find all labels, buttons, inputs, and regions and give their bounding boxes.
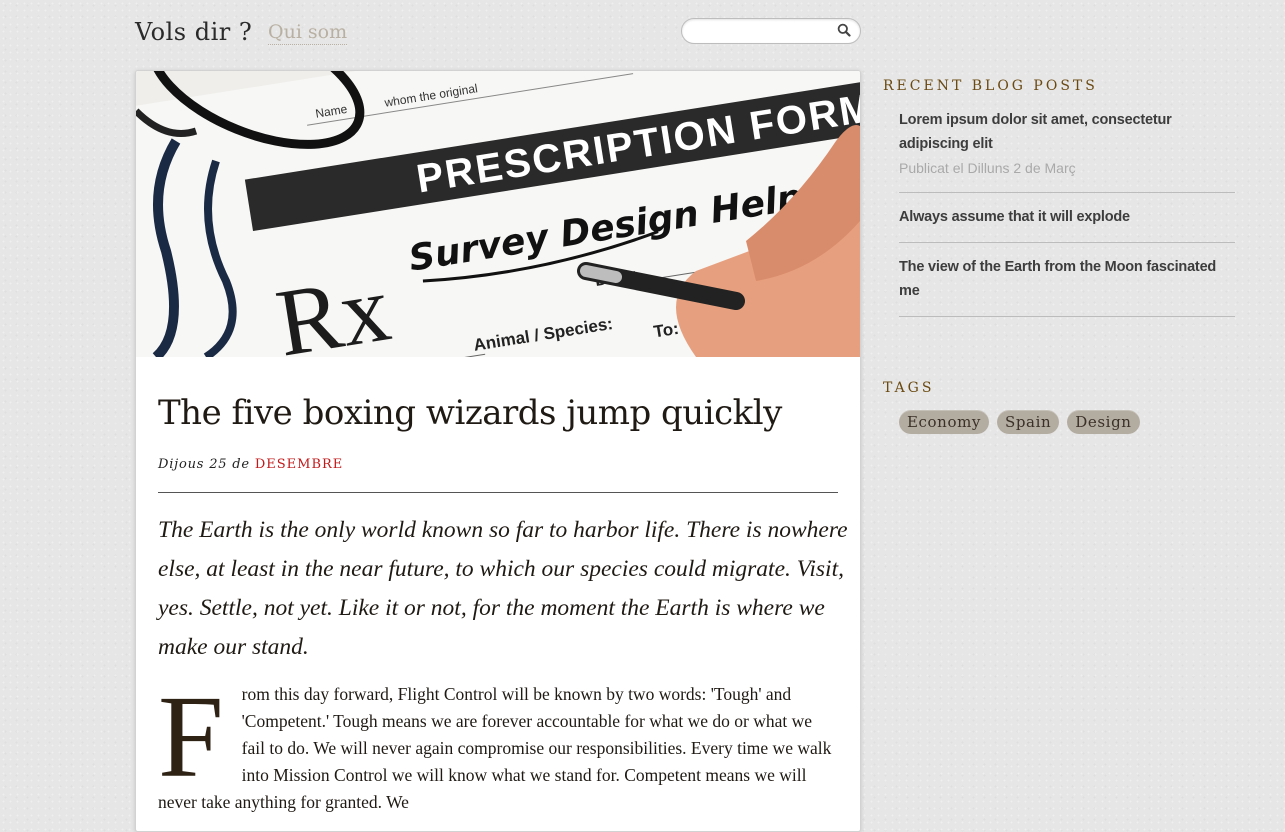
nav-link-qui-som[interactable]: Qui som bbox=[268, 21, 348, 45]
post-title[interactable]: The five boxing wizards jump quickly bbox=[158, 393, 782, 433]
list-item: Always assume that it will explode bbox=[899, 205, 1235, 243]
tag-design[interactable]: Design bbox=[1067, 410, 1140, 434]
site-logo[interactable]: Vols dir ? bbox=[135, 18, 252, 46]
field-to-text: To: bbox=[652, 319, 680, 342]
search-box[interactable] bbox=[681, 18, 861, 44]
post-body-text: rom this day forward, Flight Control wil… bbox=[158, 684, 832, 812]
recent-post-link[interactable]: Always assume that it will explode bbox=[899, 205, 1235, 229]
tag-spain[interactable]: Spain bbox=[996, 410, 1060, 434]
article-card: PRESCRIPTION FORM Name whom the original… bbox=[135, 70, 861, 832]
post-lead: The Earth is the only world known so far… bbox=[158, 517, 848, 660]
post-date-day: Dijous 25 de bbox=[158, 457, 255, 472]
divider bbox=[158, 492, 838, 493]
tags-heading: TAGS bbox=[883, 380, 935, 396]
post-body: From this day forward, Flight Control wi… bbox=[158, 671, 838, 816]
rx-symbol: Rx bbox=[269, 253, 396, 357]
post-date: Dijous 25 de DESEMBRE bbox=[158, 457, 343, 472]
search-input[interactable] bbox=[692, 22, 836, 40]
recent-post-link[interactable]: Lorem ipsum dolor sit amet, consectetur … bbox=[899, 108, 1235, 156]
list-item: Lorem ipsum dolor sit amet, consectetur … bbox=[899, 108, 1235, 193]
post-date-month[interactable]: DESEMBRE bbox=[255, 457, 343, 472]
site-header: Vols dir ? Qui som bbox=[135, 16, 861, 52]
tag-economy[interactable]: Economy bbox=[899, 410, 989, 434]
hero-image: PRESCRIPTION FORM Name whom the original… bbox=[136, 71, 860, 357]
recent-posts-heading: RECENT BLOG POSTS bbox=[883, 78, 1098, 94]
tag-list: Economy Spain Design bbox=[899, 410, 1148, 434]
recent-posts-list: Lorem ipsum dolor sit amet, consectetur … bbox=[899, 108, 1235, 329]
recent-post-link[interactable]: The view of the Earth from the Moon fasc… bbox=[899, 255, 1235, 303]
search-icon[interactable] bbox=[837, 23, 851, 37]
recent-post-date: Publicat el Dilluns 2 de Març bbox=[899, 160, 1076, 176]
drop-cap: F bbox=[158, 671, 224, 802]
sidebar: RECENT BLOG POSTS Lorem ipsum dolor sit … bbox=[883, 78, 1235, 434]
list-item: The view of the Earth from the Moon fasc… bbox=[899, 255, 1235, 317]
